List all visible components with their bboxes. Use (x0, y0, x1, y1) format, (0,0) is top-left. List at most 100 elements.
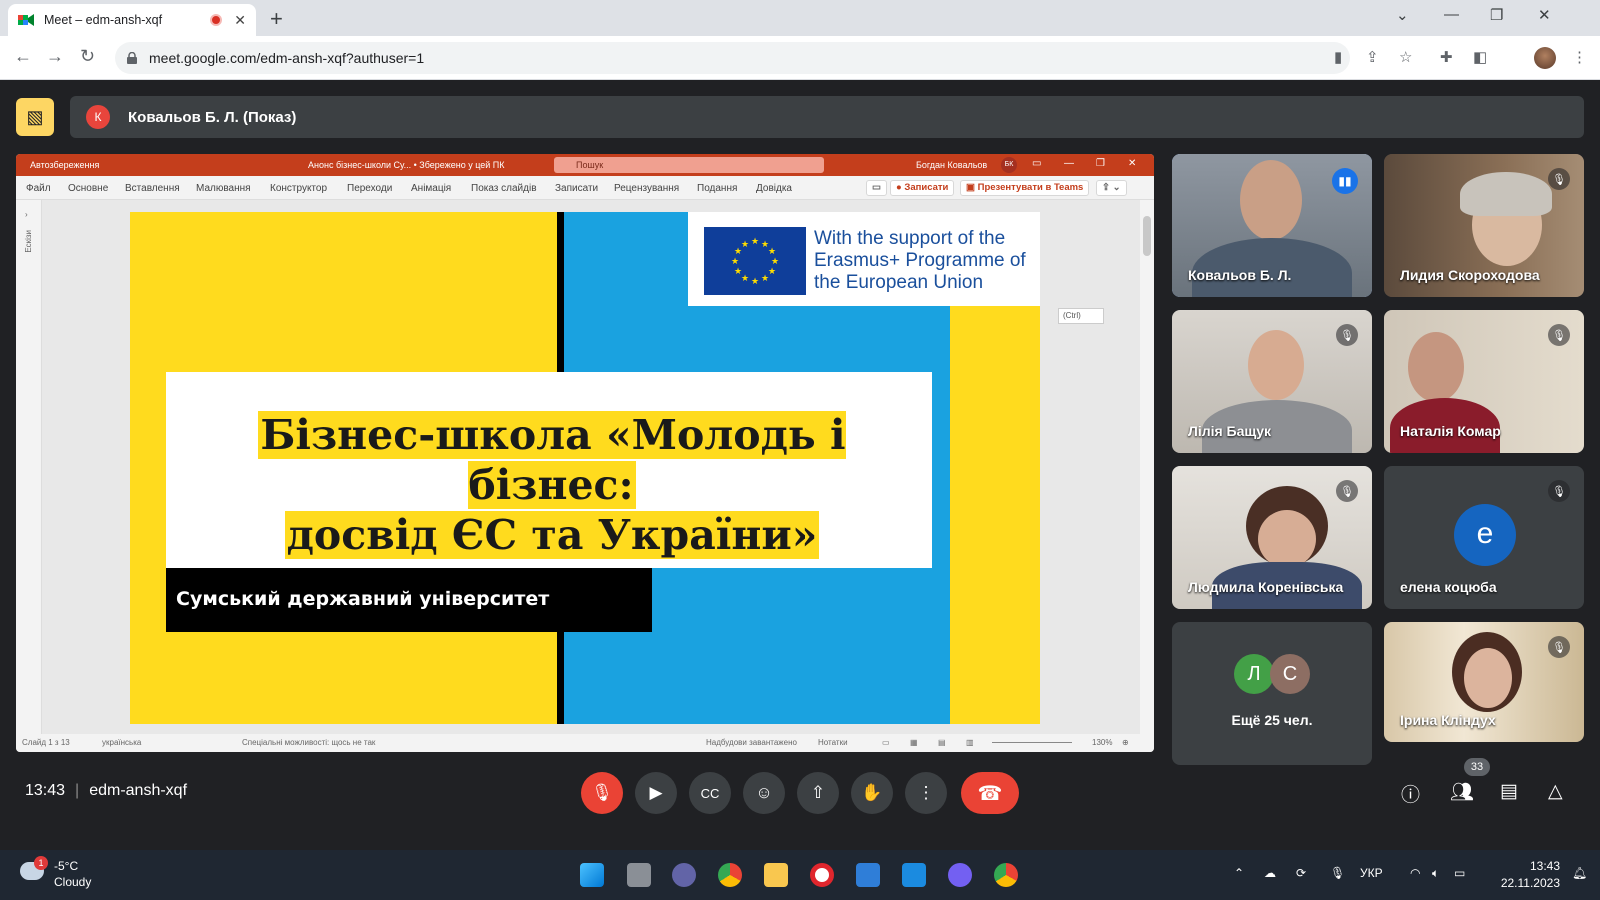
scrollbar-thumb[interactable] (1143, 216, 1151, 256)
fit-slide-icon[interactable]: ⊕ (1122, 738, 1129, 747)
side-panel-icon[interactable]: ◧ (1473, 48, 1487, 66)
view-normal-icon[interactable]: ▭ (882, 738, 890, 747)
menu-file[interactable]: Файл (26, 183, 51, 194)
show-hidden-icons[interactable]: ⌃ (1234, 866, 1244, 880)
sync-icon[interactable]: ⟳ (1296, 866, 1306, 880)
menu-draw[interactable]: Малювання (196, 183, 251, 194)
ppt-minimize-button[interactable]: — (1064, 158, 1074, 169)
new-tab-button[interactable]: + (270, 6, 283, 32)
battery-icon[interactable]: ▭ (1454, 866, 1465, 880)
participant-tile[interactable]: 🎙︎ Ірина Кліндух (1384, 622, 1584, 742)
participant-tile[interactable]: 🎙︎ Людмила Коренівська (1172, 466, 1372, 609)
camera-icon[interactable]: ▮ (1334, 48, 1342, 66)
participant-tile[interactable]: 🎙︎ Наталія Комар (1384, 310, 1584, 453)
view-reading-icon[interactable]: ▤ (938, 738, 946, 747)
windows-start-icon[interactable] (580, 863, 604, 887)
activities-icon[interactable]: △ (1548, 780, 1563, 803)
menu-animations[interactable]: Анімація (411, 183, 451, 194)
chrome-icon[interactable] (718, 863, 742, 887)
maximize-button[interactable]: ❐ (1490, 6, 1503, 24)
slide-counter: Слайд 1 з 13 (22, 738, 70, 747)
microphone-icon[interactable]: 🎙︎ (1330, 866, 1345, 880)
menu-review[interactable]: Рецензування (614, 183, 679, 194)
onedrive-icon[interactable]: ☁ (1264, 866, 1276, 880)
back-button[interactable]: ← (14, 46, 32, 67)
chrome-profile-icon[interactable] (994, 863, 1018, 887)
reactions-button[interactable]: ☺ (743, 772, 785, 814)
thumbnails-pane[interactable]: › Ескізи (16, 200, 42, 734)
volume-icon[interactable]: 🔈︎ (1432, 866, 1439, 881)
reload-button[interactable]: ↻ (80, 46, 95, 67)
extensions-icon[interactable]: ✚ (1440, 48, 1453, 66)
menu-record[interactable]: Записати (555, 183, 598, 194)
ppt-restore-button[interactable]: ❐ (1096, 158, 1105, 169)
ppt-user-avatar[interactable]: БК (1001, 157, 1017, 173)
chat-icon[interactable]: ▤ (1500, 780, 1518, 803)
wifi-icon[interactable]: ◠ (1410, 866, 1420, 880)
expand-thumbnails-icon[interactable]: › (25, 210, 28, 219)
zoom-level[interactable]: 130% (1092, 738, 1112, 747)
present-button[interactable]: ⇧ (797, 772, 839, 814)
share-dropdown-icon[interactable]: ⇪ ⌄ (1096, 180, 1127, 196)
system-clock[interactable]: 13:43 22.11.2023 (1490, 858, 1560, 892)
opera-icon[interactable] (810, 863, 834, 887)
paste-options-tag[interactable]: (Ctrl) (1058, 308, 1104, 324)
more-options-button[interactable]: ⋮ (905, 772, 947, 814)
participant-tile[interactable]: 🎙︎ Лілія Бащук (1172, 310, 1372, 453)
info-icon[interactable]: ⓘ (1401, 780, 1420, 807)
ppt-search-input[interactable]: Пошук (554, 157, 824, 173)
menu-help[interactable]: Довідка (756, 183, 792, 194)
slide-canvas[interactable]: ★ ★ ★ ★ ★ ★ ★ ★ ★ ★ ★ ★ With the support of the E… (130, 212, 1040, 724)
notifications-icon[interactable]: 🔔︎ (1572, 866, 1587, 880)
ms-store-icon[interactable] (856, 863, 880, 887)
people-icon[interactable]: 👥︎ (1450, 780, 1474, 804)
tab-search-icon[interactable]: ⌄ (1396, 6, 1409, 24)
menu-home[interactable]: Основне (68, 183, 108, 194)
teams-chat-icon[interactable] (672, 863, 696, 887)
accessibility-status[interactable]: Спеціальні можливості: щось не так (242, 738, 375, 747)
viber-icon[interactable] (948, 863, 972, 887)
minimize-button[interactable]: — (1444, 6, 1459, 23)
file-explorer-icon[interactable] (764, 863, 788, 887)
browser-tab-meet[interactable]: Meet – edm-ansh-xqf ✕ (8, 4, 256, 36)
close-tab-icon[interactable]: ✕ (234, 12, 246, 29)
ribbon-display-icon[interactable]: ▭ (1032, 158, 1041, 169)
participant-tile[interactable]: е 🎙︎ елена коцюба (1384, 466, 1584, 609)
mic-toggle-button[interactable]: 🎙︎ (581, 772, 623, 814)
participant-tile[interactable]: 🎙︎ Лидия Скороходова (1384, 154, 1584, 297)
record-button[interactable]: ● Записати (890, 180, 955, 196)
camera-toggle-button[interactable]: ▶ (635, 772, 677, 814)
more-menu-icon[interactable]: ⋮ (1572, 48, 1587, 66)
task-view-icon[interactable] (627, 863, 651, 887)
menu-transitions[interactable]: Переходи (347, 183, 392, 194)
mail-icon[interactable] (902, 863, 926, 887)
participant-name: Лидия Скороходова (1400, 267, 1540, 283)
slide-scrollbar[interactable] (1140, 200, 1154, 734)
forward-button[interactable]: → (46, 46, 64, 67)
participant-tile[interactable]: ▮▮ Ковальов Б. Л. (1172, 154, 1372, 297)
view-slideshow-icon[interactable]: ▥ (966, 738, 974, 747)
address-bar[interactable]: meet.google.com/edm-ansh-xqf?authuser=1 (115, 42, 1350, 74)
present-in-teams-button[interactable]: ▣ Презентувати в Teams (960, 180, 1090, 196)
profile-avatar[interactable] (1534, 47, 1556, 69)
bookmark-star-icon[interactable]: ☆ (1399, 48, 1412, 66)
view-sorter-icon[interactable]: ▦ (910, 738, 918, 747)
language-status[interactable]: українська (102, 738, 141, 747)
share-icon[interactable]: ⇪ (1366, 48, 1379, 66)
leave-call-button[interactable]: ☎ (961, 772, 1019, 814)
ppt-close-button[interactable]: ✕ (1128, 158, 1136, 169)
menu-slideshow[interactable]: Показ слайдів (471, 183, 537, 194)
more-participants-tile[interactable]: Л С Ещё 25 чел. (1172, 622, 1372, 765)
stop-presenting-icon[interactable]: ▧ (16, 98, 54, 136)
menu-insert[interactable]: Вставлення (125, 183, 180, 194)
menu-design[interactable]: Конструктор (270, 183, 327, 194)
zoom-slider[interactable] (992, 742, 1072, 743)
captions-button[interactable]: CC (689, 772, 731, 814)
comments-icon[interactable]: ▭ (866, 180, 887, 196)
menu-view[interactable]: Подання (697, 183, 737, 194)
raise-hand-button[interactable]: ✋ (851, 772, 893, 814)
notes-button[interactable]: Нотатки (818, 738, 848, 747)
close-window-button[interactable]: ✕ (1538, 6, 1551, 24)
autosave-toggle[interactable]: Автозбереження (30, 160, 99, 170)
input-language[interactable]: УКР (1360, 866, 1383, 880)
